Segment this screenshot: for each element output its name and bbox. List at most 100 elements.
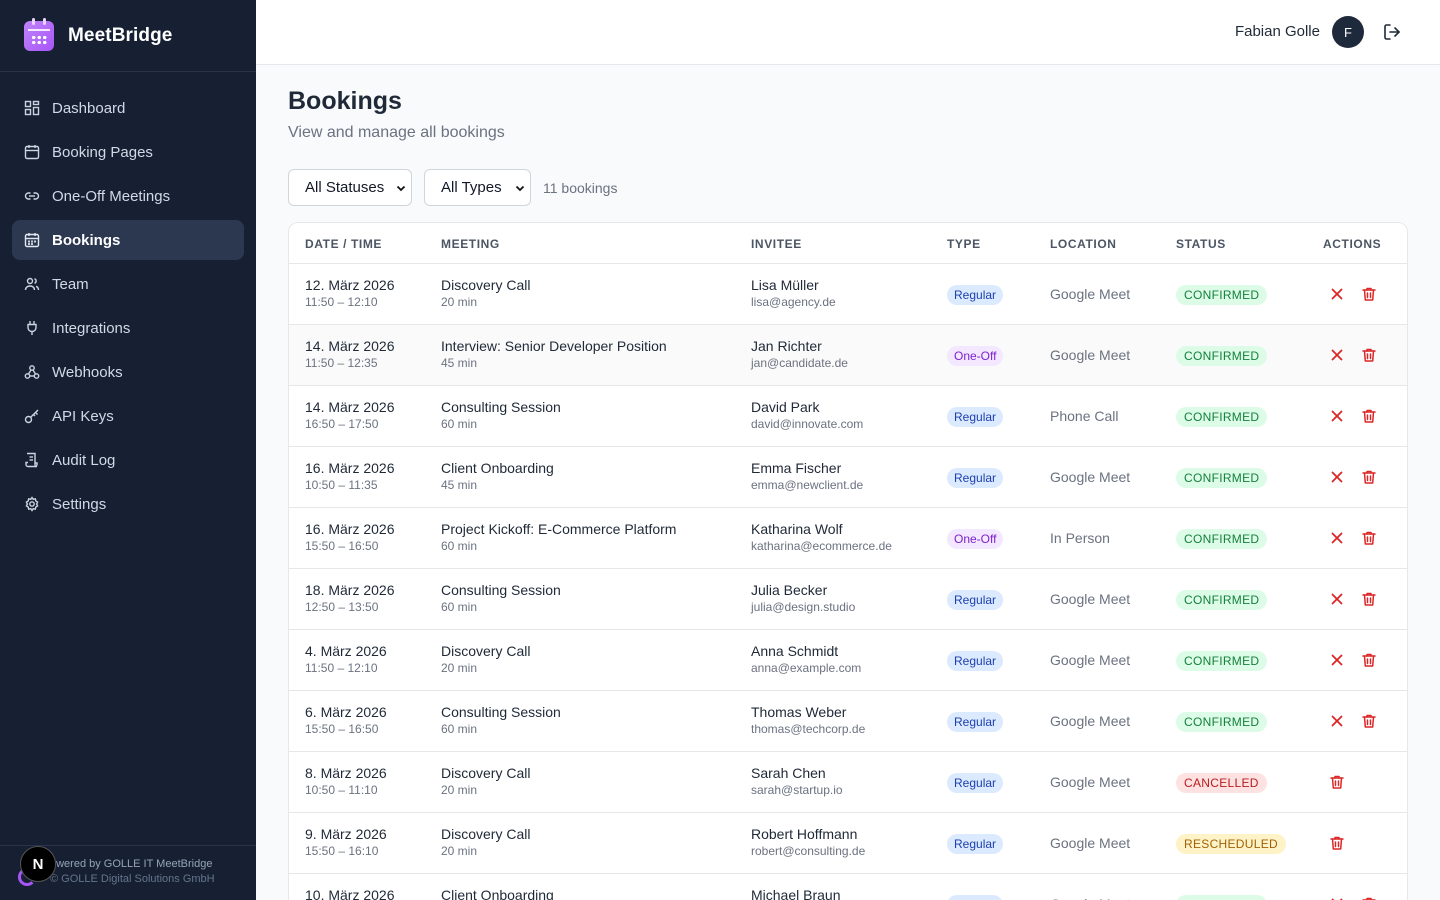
sidebar-item-bookings[interactable]: Bookings <box>12 220 244 260</box>
invitee-cell: Emma Fischer emma@newclient.de <box>751 460 863 492</box>
meeting-cell: Project Kickoff: E-Commerce Platform 60 m… <box>441 521 676 553</box>
sidebar-item-dashboard[interactable]: Dashboard <box>12 88 244 128</box>
table-row[interactable]: 18. März 2026 12:50 – 13:50 Consulting Ses… <box>289 569 1407 630</box>
delete-booking-icon[interactable] <box>1361 408 1377 424</box>
table-row[interactable]: 9. März 2026 15:50 – 16:10 Discovery Call 2… <box>289 813 1407 874</box>
booking-time: 12:50 – 13:50 <box>305 600 379 614</box>
cancel-booking-icon[interactable] <box>1329 591 1345 607</box>
cancel-booking-icon[interactable] <box>1329 652 1345 668</box>
cancel-booking-icon[interactable] <box>1329 469 1345 485</box>
invitee-email: anna@example.com <box>751 661 862 675</box>
table-row[interactable]: 12. März 2026 11:50 – 12:10 Discovery Call… <box>289 264 1407 325</box>
meeting-duration: 60 min <box>441 600 478 614</box>
table-row[interactable]: 4. März 2026 11:50 – 12:10 Discovery Call 2… <box>289 630 1407 691</box>
avatar[interactable]: F <box>1332 16 1364 48</box>
copyright-text: © GOLLE Digital Solutions GmbH <box>50 873 215 885</box>
location-text: Google Meet <box>1050 652 1131 668</box>
booking-time: 15:50 – 16:10 <box>305 844 379 858</box>
delete-booking-icon[interactable] <box>1361 591 1377 607</box>
invitee-name: Jan Richter <box>751 338 822 354</box>
column-header-type[interactable]: TYPE <box>947 237 981 251</box>
delete-booking-icon[interactable] <box>1361 469 1377 485</box>
sidebar-item-api-keys[interactable]: API Keys <box>12 396 244 436</box>
invitee-name: Robert Hoffmann <box>751 826 858 842</box>
sidebar-item-audit-log[interactable]: Audit Log <box>12 440 244 480</box>
sidebar-item-webhooks[interactable]: Webhooks <box>12 352 244 392</box>
date-cell: 9. März 2026 15:50 – 16:10 <box>305 826 387 858</box>
meeting-name: Client Onboarding <box>441 887 554 900</box>
invitee-name: Emma Fischer <box>751 460 842 476</box>
type-filter-select[interactable]: All Types <box>424 169 531 206</box>
meeting-duration: 20 min <box>441 844 478 858</box>
delete-booking-icon[interactable] <box>1361 713 1377 729</box>
type-badge: Regular <box>947 285 1004 305</box>
sidebar-item-team[interactable]: Team <box>12 264 244 304</box>
location-text: Google Meet <box>1050 286 1131 302</box>
invitee-email: sarah@startup.io <box>751 783 843 797</box>
sidebar-nav: Dashboard Booking Pages One-Off Meetings… <box>0 72 256 544</box>
sidebar-item-label: Audit Log <box>52 451 116 469</box>
sidebar-item-booking-pages[interactable]: Booking Pages <box>12 132 244 172</box>
delete-booking-icon[interactable] <box>1361 896 1377 900</box>
brand[interactable]: MeetBridge <box>0 0 256 72</box>
status-filter-value: All Statuses <box>305 179 385 196</box>
log-icon <box>25 452 38 468</box>
invitee-email: lisa@agency.de <box>751 295 836 309</box>
sidebar-item-label: Integrations <box>52 319 131 337</box>
delete-booking-icon[interactable] <box>1361 286 1377 302</box>
location-text: Google Meet <box>1050 469 1131 485</box>
sidebar-item-label: Booking Pages <box>52 143 153 161</box>
cancel-booking-icon[interactable] <box>1329 530 1345 546</box>
table-row[interactable]: 8. März 2026 10:50 – 11:10 Discovery Call 2… <box>289 752 1407 813</box>
delete-booking-icon[interactable] <box>1361 347 1377 363</box>
user-name: Fabian Golle <box>1234 23 1320 40</box>
invitee-name: Anna Schmidt <box>751 643 839 659</box>
dev-tools-badge[interactable]: N <box>20 846 56 882</box>
cancel-booking-icon[interactable] <box>1329 713 1345 729</box>
invitee-cell: Anna Schmidt anna@example.com <box>751 643 861 675</box>
bookings-table: DATE / TIME MEETING INVITEE TYPE LOCATIO… <box>288 222 1408 900</box>
delete-booking-icon[interactable] <box>1329 835 1345 851</box>
table-row[interactable]: 16. März 2026 15:50 – 16:50 Project Kickof… <box>289 508 1407 569</box>
logout-icon[interactable] <box>1382 22 1402 42</box>
delete-booking-icon[interactable] <box>1361 530 1377 546</box>
cancel-booking-icon[interactable] <box>1329 286 1345 302</box>
table-body: 12. März 2026 11:50 – 12:10 Discovery Call… <box>289 264 1407 900</box>
sidebar-item-label: API Keys <box>52 407 114 425</box>
booking-date: 14. März 2026 <box>305 338 395 354</box>
table-row[interactable]: 14. März 2026 11:50 – 12:35 Interview: Sen… <box>289 325 1407 386</box>
table-row[interactable]: 16. März 2026 10:50 – 11:35 Client Onboard… <box>289 447 1407 508</box>
users-icon <box>24 277 40 291</box>
sidebar-item-settings[interactable]: Settings <box>12 484 244 524</box>
status-badge: CONFIRMED <box>1176 712 1268 732</box>
table-row[interactable]: 14. März 2026 16:50 – 17:50 Consulting Ses… <box>289 386 1407 447</box>
type-badge: Regular <box>947 895 1004 900</box>
column-header-location[interactable]: LOCATION <box>1050 237 1117 251</box>
invitee-cell: Sarah Chen sarah@startup.io <box>751 765 843 797</box>
type-badge: Regular <box>947 407 1004 427</box>
location-text: Google Meet <box>1050 835 1131 851</box>
cancel-booking-icon[interactable] <box>1329 347 1345 363</box>
column-header-status[interactable]: STATUS <box>1176 237 1226 251</box>
column-header-invitee[interactable]: INVITEE <box>751 237 802 251</box>
sidebar-item-label: Bookings <box>52 231 121 249</box>
type-filter-value: All Types <box>441 179 502 196</box>
column-header-meeting[interactable]: MEETING <box>441 237 500 251</box>
delete-booking-icon[interactable] <box>1361 652 1377 668</box>
status-filter-select[interactable]: All Statuses <box>288 169 412 206</box>
location-text: Google Meet <box>1050 713 1131 729</box>
booking-count: 11 bookings <box>543 180 618 196</box>
date-cell: 4. März 2026 11:50 – 12:10 <box>305 643 387 675</box>
location-text: Google Meet <box>1050 896 1130 900</box>
sidebar-item-one-off-meetings[interactable]: One-Off Meetings <box>12 176 244 216</box>
delete-booking-icon[interactable] <box>1329 774 1345 790</box>
table-row[interactable]: 10. März 2026 Client Onboarding Michael Br… <box>289 874 1407 900</box>
cancel-booking-icon[interactable] <box>1329 408 1345 424</box>
column-header-date[interactable]: DATE / TIME <box>305 237 382 251</box>
table-row[interactable]: 6. März 2026 15:50 – 16:50 Consulting Sess… <box>289 691 1407 752</box>
sidebar-item-label: Team <box>52 275 89 293</box>
plug-icon <box>27 321 37 335</box>
sidebar-item-integrations[interactable]: Integrations <box>12 308 244 348</box>
cancel-booking-icon[interactable] <box>1329 896 1345 900</box>
meeting-cell: Consulting Session 60 min <box>441 582 561 614</box>
